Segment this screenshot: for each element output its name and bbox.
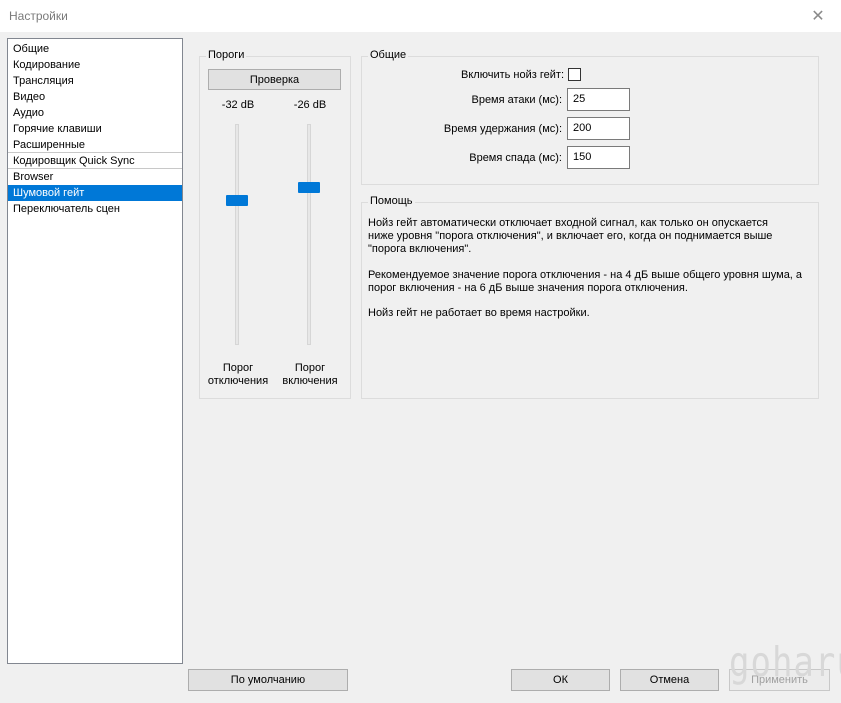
release-time-label: Время спада (мс): — [469, 152, 562, 164]
sidebar-item-quick-sync[interactable]: Кодировщик Quick Sync — [8, 153, 182, 169]
open-caption-line-1: Порог — [294, 362, 326, 374]
sidebar-item-encoding[interactable]: Кодирование — [8, 57, 182, 73]
sidebar-item-browser[interactable]: Browser — [8, 169, 182, 185]
close-threshold-db: -32 dB — [221, 99, 255, 111]
cancel-button[interactable]: Отмена — [620, 669, 719, 691]
title-bar: Настройки ✕ — [0, 0, 841, 32]
attack-time-label: Время атаки (мс): — [471, 94, 562, 106]
close-threshold-slider-track[interactable] — [235, 124, 239, 345]
close-caption-line-2: отключения — [207, 375, 269, 387]
test-button[interactable]: Проверка — [208, 69, 341, 90]
sidebar-item-hotkeys[interactable]: Горячие клавиши — [8, 121, 182, 137]
help-line-4: Рекомендуемое значение порога отключения… — [368, 269, 803, 281]
sidebar-item-broadcast[interactable]: Трансляция — [8, 73, 182, 89]
open-threshold-slider-thumb[interactable] — [298, 182, 320, 193]
help-line-5: порог включения - на 6 дБ выше значения … — [368, 282, 688, 294]
open-caption-line-2: включения — [282, 375, 338, 387]
thresholds-group-title: Пороги — [206, 49, 247, 61]
help-line-2: ниже уровня "порога отключения", и включ… — [368, 230, 773, 242]
help-line-3: "порога включения". — [368, 243, 472, 255]
attack-time-input[interactable]: 25 — [567, 88, 630, 111]
hold-time-label: Время удержания (мс): — [443, 123, 562, 135]
defaults-button[interactable]: По умолчанию — [188, 669, 348, 691]
window-title: Настройки — [9, 9, 68, 23]
close-caption-line-1: Порог — [222, 362, 254, 374]
sidebar-item-scene-switcher[interactable]: Переключатель сцен — [8, 201, 182, 217]
help-line-1: Нойз гейт автоматически отключает входно… — [368, 217, 769, 229]
hold-time-input[interactable]: 200 — [567, 117, 630, 140]
sidebar-item-video[interactable]: Видео — [8, 89, 182, 105]
open-threshold-db: -26 dB — [293, 99, 327, 111]
ok-button[interactable]: ОК — [511, 669, 610, 691]
enable-noise-gate-label: Включить нойз гейт: — [461, 69, 564, 81]
help-group-title: Помощь — [368, 195, 415, 207]
help-paragraph-3: Нойз гейт не работает во время настройки… — [368, 307, 808, 320]
sidebar-item-noise-gate[interactable]: Шумовой гейт — [8, 185, 182, 201]
help-paragraph-2: Рекомендуемое значение порога отключения… — [368, 269, 808, 295]
open-threshold-slider-track[interactable] — [307, 124, 311, 345]
help-line-6: Нойз гейт не работает во время настройки… — [368, 307, 590, 319]
close-threshold-slider-thumb[interactable] — [226, 195, 248, 206]
open-threshold-caption: Порог включения — [270, 362, 350, 388]
watermark-logo: goharu — [729, 639, 841, 687]
general-group-title: Общие — [368, 49, 409, 61]
release-time-input[interactable]: 150 — [567, 146, 630, 169]
close-icon[interactable]: ✕ — [795, 0, 841, 32]
close-threshold-caption: Порог отключения — [198, 362, 278, 388]
sidebar-item-general[interactable]: Общие — [8, 41, 182, 57]
settings-category-list[interactable]: Общие Кодирование Трансляция Видео Аудио… — [7, 38, 183, 664]
sidebar-item-advanced[interactable]: Расширенные — [8, 137, 182, 153]
help-paragraph-1: Нойз гейт автоматически отключает входно… — [368, 217, 808, 256]
sidebar-item-audio[interactable]: Аудио — [8, 105, 182, 121]
enable-noise-gate-checkbox[interactable] — [568, 68, 581, 81]
